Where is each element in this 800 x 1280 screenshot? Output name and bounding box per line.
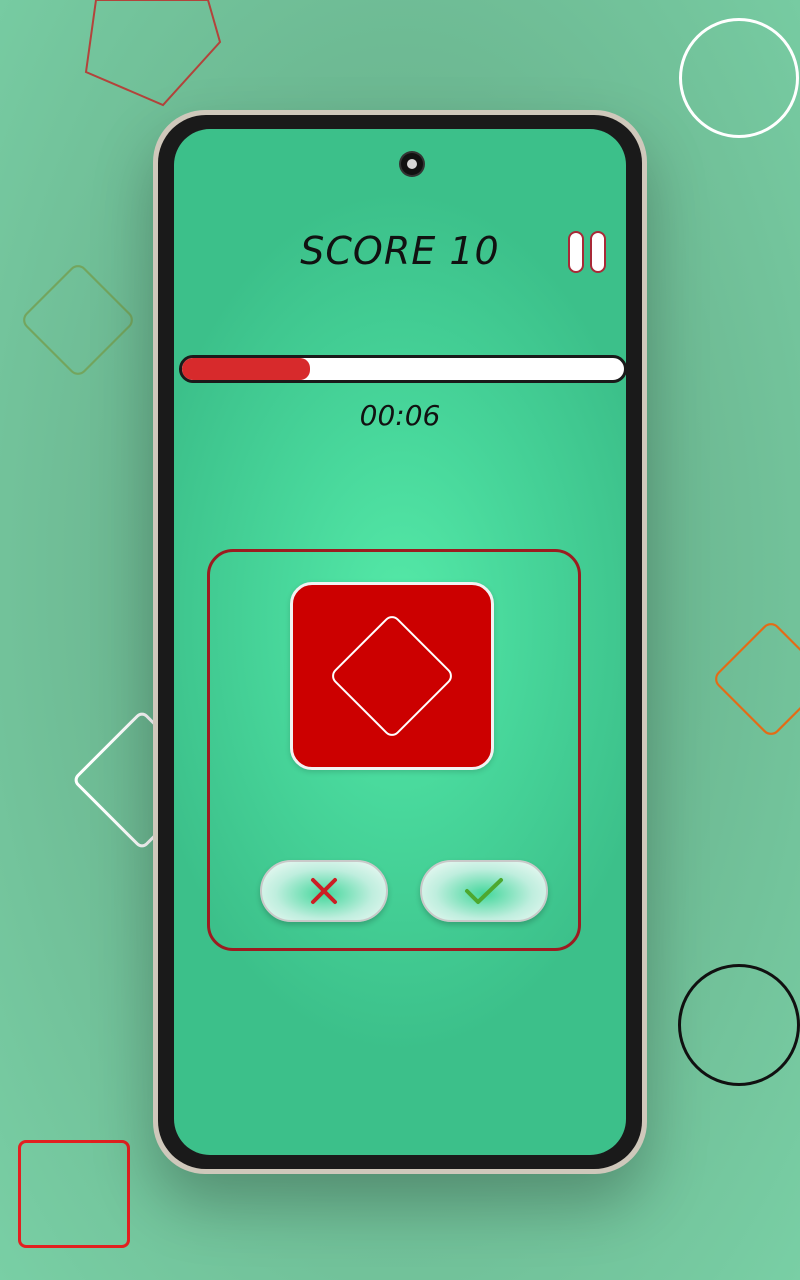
question-card xyxy=(207,549,581,951)
pause-icon-bar-left xyxy=(568,231,584,273)
background-pentagon-shape xyxy=(84,0,222,107)
front-camera xyxy=(401,153,423,175)
score-label: SCORE 10 xyxy=(300,229,500,273)
checkmark-icon xyxy=(465,878,503,904)
pause-icon-bar-right xyxy=(590,231,606,273)
shape-tile xyxy=(290,582,494,770)
reject-button[interactable] xyxy=(260,860,388,922)
timer-progress-bar xyxy=(179,355,626,383)
phone-bezel: SCORE 10 00:06 xyxy=(158,115,642,1169)
game-screen: SCORE 10 00:06 xyxy=(174,129,626,1155)
background-red-square-shape xyxy=(18,1140,130,1248)
timer-label: 00:06 xyxy=(359,399,441,432)
close-icon xyxy=(311,878,337,904)
timer-progress-fill xyxy=(182,358,311,380)
diamond-shape-icon xyxy=(332,616,452,736)
background-black-circle-shape xyxy=(678,964,800,1086)
background-circle-shape xyxy=(679,18,799,138)
phone-frame: SCORE 10 00:06 xyxy=(153,110,647,1174)
accept-button[interactable] xyxy=(420,860,548,922)
background-orange-diamond-shape xyxy=(710,618,800,740)
background-diamond-shape xyxy=(18,260,138,380)
pause-button[interactable] xyxy=(568,231,612,277)
